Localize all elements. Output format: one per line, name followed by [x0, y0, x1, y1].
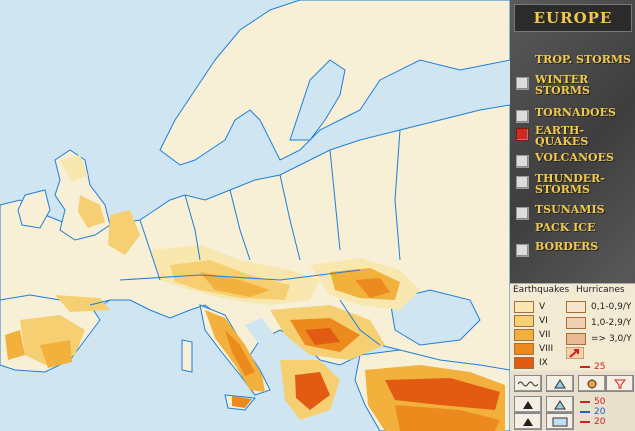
menu-tornadoes[interactable]: TORNADOES: [516, 107, 631, 123]
scale-20-red: 20: [580, 417, 605, 427]
intensity-vi-label: VI: [539, 315, 548, 326]
storm-icon: [587, 379, 597, 388]
hurricane-high-row: => 3,0/Y: [566, 332, 632, 345]
thunderstorms-checkbox[interactable]: [516, 176, 529, 189]
ice-layer-button[interactable]: [546, 413, 574, 430]
menu-borders[interactable]: BORDERS: [516, 241, 631, 257]
hurricane-mid-row: 1,0-2,9/Y: [566, 316, 631, 329]
tornadoes-checkbox[interactable]: [516, 110, 529, 123]
hurricane-low-swatch: [566, 300, 586, 313]
tropical-storms-label: TROP. STORMS: [535, 53, 631, 66]
scale-50-dash-icon: [580, 401, 590, 403]
tornadoes-label: TORNADOES: [535, 106, 616, 119]
borders-checkbox[interactable]: [516, 244, 529, 257]
map-toolbar: 50 20 20: [510, 371, 635, 431]
volcano-alt-layer-button[interactable]: [514, 413, 542, 430]
borders-label: BORDERS: [535, 240, 599, 253]
volcano-layer-button[interactable]: [514, 396, 542, 413]
intensity-v-row: V: [514, 300, 545, 313]
thunderstorms-label: THUNDER- STORMS: [535, 172, 605, 196]
wave-layer-button[interactable]: [514, 375, 542, 392]
pack-ice-label: PACK ICE: [535, 221, 596, 234]
intensity-viii-row: VIII: [514, 342, 553, 355]
funnel-icon: [614, 379, 626, 388]
hurricane-low-label: 0,1-0,9/Y: [591, 301, 632, 312]
volcano-alt-icon: [523, 417, 533, 426]
ice-icon: [552, 417, 568, 426]
track-dash-icon: [580, 365, 590, 368]
menu-tropical-storms[interactable]: TROP. STORMS: [516, 54, 631, 70]
scale-20-blue: 20: [580, 407, 605, 417]
intensity-vi-row: VI: [514, 314, 548, 327]
hurricane-high-label: => 3,0/Y: [591, 333, 632, 344]
intensity-v-label: V: [539, 301, 546, 312]
intensity-v-swatch: [514, 300, 534, 313]
earthquakes-legend-header: Earthquakes: [513, 285, 570, 295]
tornado-layer-button[interactable]: [606, 375, 634, 392]
intensity-vii-label: VII: [539, 329, 551, 340]
track-arrow-icon: [566, 346, 584, 359]
hurricane-mid-label: 1,0-2,9/Y: [591, 317, 632, 328]
region-title: EUROPE: [514, 4, 632, 32]
land-sardinia: [181, 339, 193, 373]
wave-icon: [518, 381, 538, 386]
intensity-viii-swatch: [514, 342, 534, 355]
intensity-vii-row: VII: [514, 328, 550, 341]
menu-earthquakes[interactable]: EARTH- QUAKES: [516, 125, 631, 147]
hurricanes-legend-header: Hurricanes: [576, 285, 625, 295]
earthquakes-label: EARTH- QUAKES: [535, 124, 589, 148]
scale-50: 50: [580, 397, 605, 407]
intensity-viii-label: VIII: [539, 343, 554, 354]
storm-layer-button[interactable]: [578, 375, 606, 392]
intensity-ix-swatch: [514, 356, 534, 369]
hurricane-high-swatch: [566, 332, 586, 345]
hurricane-mid-swatch: [566, 316, 586, 329]
scale-20-blue-dash-icon: [580, 411, 590, 413]
tsunamis-label: TSUNAMIS: [535, 203, 605, 216]
volcanoes-label: VOLCANOES: [535, 151, 614, 164]
earthquakes-checkbox[interactable]: [516, 128, 529, 141]
scale-20-blue-label: 20: [594, 407, 606, 417]
intensity-vi-swatch: [514, 314, 534, 327]
intensity-vii-swatch: [514, 328, 534, 341]
menu-thunderstorms[interactable]: THUNDER- STORMS: [516, 173, 631, 195]
tsunamis-checkbox[interactable]: [516, 207, 529, 220]
hazard-layer-button[interactable]: [546, 396, 574, 413]
scale-20-red-label: 20: [594, 417, 606, 427]
hurricane-track-row: [566, 346, 584, 359]
menu-tsunamis[interactable]: TSUNAMIS: [516, 204, 631, 220]
hazard-icon: [554, 399, 566, 409]
menu-pack-ice[interactable]: PACK ICE: [516, 222, 631, 238]
volcano-icon: [523, 400, 533, 409]
scale-50-label: 50: [594, 397, 606, 407]
track-value: 25: [594, 361, 606, 372]
europe-map: [0, 0, 510, 431]
winter-storms-checkbox[interactable]: [516, 77, 529, 90]
winter-storms-label: WINTER STORMS: [535, 73, 590, 97]
triangle-layer-button[interactable]: [546, 375, 574, 392]
hurricane-low-row: 0,1-0,9/Y: [566, 300, 631, 313]
intensity-ix-label: IX: [539, 357, 548, 368]
menu-volcanoes[interactable]: VOLCANOES: [516, 152, 631, 168]
menu-winter-storms[interactable]: WINTER STORMS: [516, 74, 631, 96]
triangle-icon: [554, 378, 566, 388]
intensity-ix-row: IX: [514, 356, 548, 369]
scale-20-red-dash-icon: [580, 421, 590, 423]
legend: Earthquakes Hurricanes V VI VII VIII IX …: [510, 283, 635, 372]
volcanoes-checkbox[interactable]: [516, 155, 529, 168]
